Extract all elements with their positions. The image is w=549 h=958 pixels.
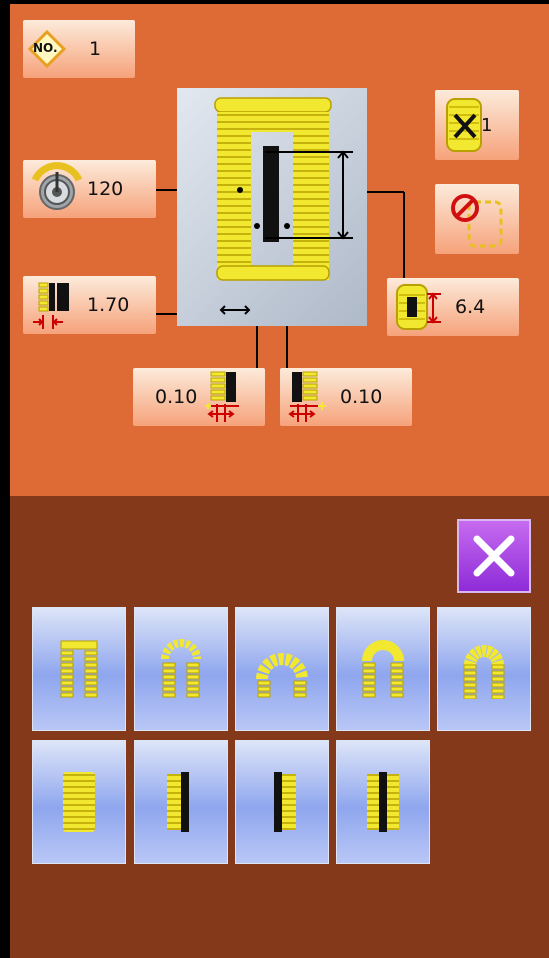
straight-bar-pattern-icon <box>63 772 95 832</box>
buttonhole-diagram <box>177 88 367 326</box>
cut-space-button[interactable]: 1.70 <box>23 276 156 334</box>
center-knife-bar-pattern-icon <box>367 772 399 832</box>
right-knife-bar-pattern-icon <box>274 772 296 832</box>
close-button[interactable] <box>457 519 531 593</box>
left-width-button[interactable]: 0.10 <box>133 368 265 426</box>
radial-bar-tack-pattern-icon <box>256 653 308 698</box>
right-width-icon <box>284 368 330 426</box>
speed-button[interactable]: 120 <box>23 160 156 218</box>
prohibit-icon <box>445 188 509 250</box>
speed-value: 120 <box>87 178 124 200</box>
pattern-button-6[interactable] <box>32 740 126 864</box>
pattern-button-5[interactable] <box>437 607 531 731</box>
cut-space-value: 1.70 <box>87 294 130 316</box>
left-width-icon <box>203 368 249 426</box>
left-width-value: 0.10 <box>155 386 198 408</box>
program-number-button[interactable]: NO. 1 <box>23 20 135 78</box>
pattern-button-1[interactable] <box>32 607 126 731</box>
square-bar-tack-pattern-icon <box>60 640 98 698</box>
pattern-button-2[interactable] <box>134 607 228 731</box>
repeat-count-value: 1 <box>481 114 493 136</box>
disable-cut-button[interactable] <box>435 184 519 254</box>
round-top-pattern-icon <box>463 645 505 699</box>
cut-space-icon <box>31 279 77 331</box>
round-bar-tack-pattern-icon <box>161 639 201 698</box>
left-knife-bar-pattern-icon <box>167 772 189 832</box>
half-round-top-pattern-icon <box>362 640 404 698</box>
length-button[interactable]: 6.4 <box>387 278 519 336</box>
program-number-value: 1 <box>89 38 102 60</box>
length-icon <box>393 281 445 333</box>
repeat-count-button[interactable]: 1 <box>435 90 519 160</box>
close-icon <box>473 535 515 577</box>
right-width-value: 0.10 <box>340 386 383 408</box>
length-value: 6.4 <box>455 296 486 318</box>
program-no-label: NO. <box>33 41 58 55</box>
pattern-button-9[interactable] <box>336 740 430 864</box>
pattern-button-7[interactable] <box>134 740 228 864</box>
gauge-icon <box>29 162 87 216</box>
diamond-icon: NO. <box>27 29 77 69</box>
pattern-button-8[interactable] <box>235 740 329 864</box>
pattern-button-4[interactable] <box>336 607 430 731</box>
sewing-panel-screen: NO. 1 120 1.70 1 6.4 0.10 0.10 <box>10 4 549 958</box>
right-width-button[interactable]: 0.10 <box>280 368 412 426</box>
cut-space-dimension <box>219 305 251 315</box>
buttonhole-stitch-icon <box>214 97 353 281</box>
pattern-button-3[interactable] <box>235 607 329 731</box>
